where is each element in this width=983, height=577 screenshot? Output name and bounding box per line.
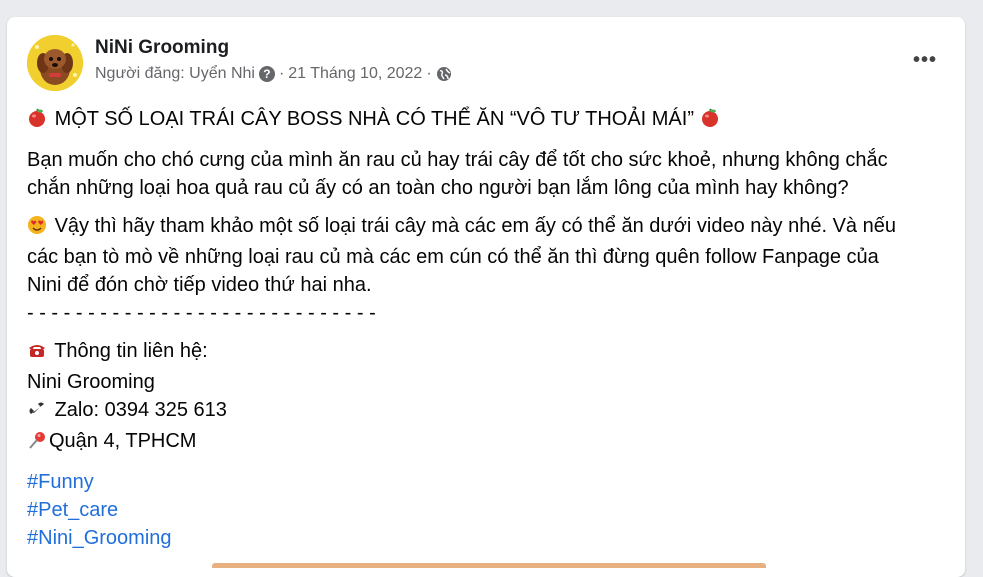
media-preview-edge xyxy=(212,563,766,568)
paragraph-1-line-2: chắn những loại hoa quả rau củ ấy có an … xyxy=(27,177,849,199)
paragraph-2-line-3: Nini để đón chờ tiếp video thứ hai nha. xyxy=(27,274,372,296)
apple-icon xyxy=(27,108,49,136)
contact-address-line: Quận 4, TPHCM xyxy=(27,427,947,458)
meta-separator: · xyxy=(426,65,432,82)
hashtag-nini-grooming[interactable]: #Nini_Grooming xyxy=(27,524,947,552)
hashtag-funny[interactable]: #Funny xyxy=(27,468,947,496)
dog-avatar-icon xyxy=(27,35,83,91)
page-name-link[interactable]: NiNi Grooming xyxy=(95,37,229,59)
meta-separator: · xyxy=(278,65,285,82)
page-avatar[interactable] xyxy=(27,35,83,91)
post-date[interactable]: 21 Tháng 10, 2022 xyxy=(288,65,422,83)
contact-address: Quận 4, TPHCM xyxy=(49,430,197,452)
post-title: MỘT SỐ LOẠI TRÁI CÂY BOSS NHÀ CÓ THỂ ĂN … xyxy=(54,108,694,130)
phone-receiver-icon xyxy=(27,399,49,427)
apple-icon xyxy=(700,108,722,136)
author-label: Người đăng: Uyển Nhi xyxy=(95,65,255,82)
divider-line: - - - - - - - - - - - - - - - - - - - - … xyxy=(27,302,376,324)
post-card: NiNi Grooming Người đăng: Uyển Nhi ? · 2… xyxy=(7,17,965,577)
telephone-icon xyxy=(27,340,49,368)
hashtag-pet-care[interactable]: #Pet_care xyxy=(27,496,947,524)
contact-name: Nini Grooming xyxy=(27,371,155,393)
contact-phone-line: Zalo: 0394 325 613 xyxy=(27,396,947,427)
question-icon[interactable]: ? xyxy=(258,66,275,82)
pushpin-icon xyxy=(27,430,49,458)
paragraph-2-text-1: Vậy thì hãy tham khảo một số loại trái c… xyxy=(54,215,896,237)
paragraph-2-line-2: các bạn tò mò về những loại rau củ mà cá… xyxy=(27,246,879,268)
post-content: MỘT SỐ LOẠI TRÁI CÂY BOSS NHÀ CÓ THỂ ĂN … xyxy=(27,105,947,552)
contact-phone: Zalo: 0394 325 613 xyxy=(54,399,227,421)
contact-heading: Thông tin liên hệ: xyxy=(54,340,208,362)
post-title-line: MỘT SỐ LOẠI TRÁI CÂY BOSS NHÀ CÓ THỂ ĂN … xyxy=(27,105,947,136)
heart-eyes-icon xyxy=(27,215,49,243)
paragraph-1-line-1: Bạn muốn cho chó cưng của mình ăn rau củ… xyxy=(27,149,888,171)
globe-icon[interactable] xyxy=(436,66,452,82)
contact-heading-line: Thông tin liên hệ: xyxy=(27,337,947,368)
paragraph-2-line-1: Vậy thì hãy tham khảo một số loại trái c… xyxy=(27,212,947,243)
post-meta: Người đăng: Uyển Nhi ? · 21 Tháng 10, 20… xyxy=(95,65,452,83)
more-options-button[interactable]: ••• xyxy=(913,49,937,72)
